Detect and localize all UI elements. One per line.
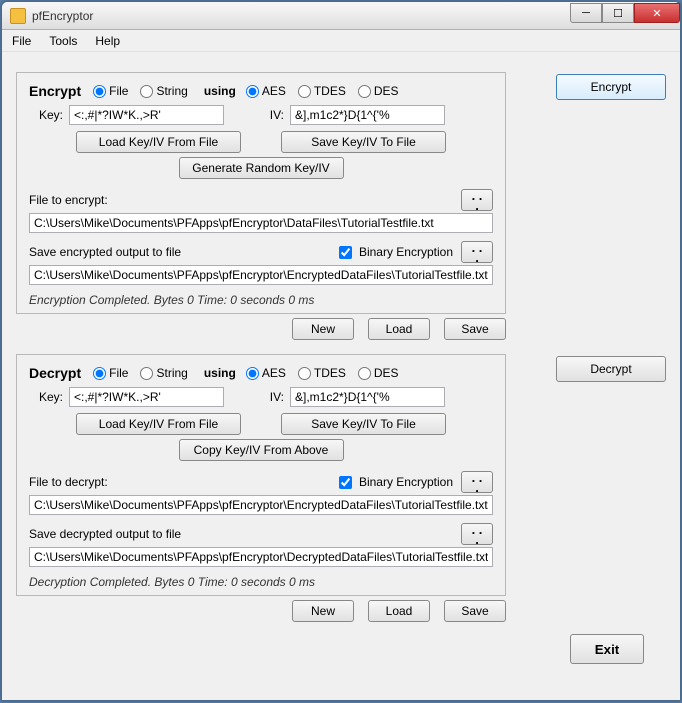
decrypt-output-input[interactable] [29,547,493,567]
encrypt-output-browse-button[interactable]: . . . [461,241,493,263]
encrypt-main-button[interactable]: Encrypt [556,74,666,100]
encrypt-status: Encryption Completed. Bytes 0 Time: 0 se… [29,293,493,307]
decrypt-binary-checkbox[interactable]: Binary Encryption [335,473,453,492]
decrypt-iv-input[interactable] [290,387,445,407]
encrypt-file-label: File to encrypt: [29,193,453,207]
encrypt-key-label: Key: [29,108,63,122]
decrypt-new-button[interactable]: New [292,600,354,622]
decrypt-load-kv-button[interactable]: Load Key/IV From File [76,413,241,435]
decrypt-key-input[interactable] [69,387,224,407]
encrypt-algo-tdes[interactable]: TDES [298,84,346,98]
encrypt-mode-string[interactable]: String [140,84,187,98]
encrypt-algo-aes[interactable]: AES [246,84,286,98]
decrypt-file-input[interactable] [29,495,493,515]
decrypt-load-button[interactable]: Load [368,600,430,622]
menu-help[interactable]: Help [95,34,120,48]
decrypt-using-label: using [204,366,236,380]
exit-button[interactable]: Exit [570,634,644,664]
decrypt-output-browse-button[interactable]: . . . [461,523,493,545]
decrypt-title: Decrypt [29,365,81,381]
encrypt-using-label: using [204,84,236,98]
decrypt-file-label: File to decrypt: [29,475,327,489]
encrypt-footer: New Load Save [16,318,506,340]
decrypt-footer: New Load Save [16,600,506,622]
app-icon [10,8,26,24]
decrypt-status: Decryption Completed. Bytes 0 Time: 0 se… [29,575,493,589]
decrypt-algo-des[interactable]: DES [358,366,399,380]
encrypt-load-button[interactable]: Load [368,318,430,340]
encrypt-iv-input[interactable] [290,105,445,125]
menu-tools[interactable]: Tools [49,34,77,48]
content-area: Encrypt File String using AES TDES DES K… [2,52,680,700]
encrypt-output-label: Save encrypted output to file [29,245,327,259]
decrypt-iv-label: IV: [230,390,284,404]
decrypt-output-label: Save decrypted output to file [29,527,453,541]
titlebar: pfEncryptor ─ ☐ ✕ [2,2,680,30]
encrypt-key-input[interactable] [69,105,224,125]
encrypt-gen-kv-button[interactable]: Generate Random Key/IV [179,157,344,179]
encrypt-load-kv-button[interactable]: Load Key/IV From File [76,131,241,153]
encrypt-panel: Encrypt File String using AES TDES DES K… [16,72,506,314]
decrypt-save-kv-button[interactable]: Save Key/IV To File [281,413,446,435]
app-window: pfEncryptor ─ ☐ ✕ File Tools Help Encryp… [1,1,681,701]
decrypt-file-browse-button[interactable]: . . . [461,471,493,493]
menubar: File Tools Help [2,30,680,52]
encrypt-iv-label: IV: [230,108,284,122]
encrypt-file-input[interactable] [29,213,493,233]
decrypt-mode-file[interactable]: File [93,366,128,380]
window-controls: ─ ☐ ✕ [570,2,680,23]
encrypt-title: Encrypt [29,83,81,99]
menu-file[interactable]: File [12,34,31,48]
close-button[interactable]: ✕ [634,3,680,23]
encrypt-save-button[interactable]: Save [444,318,506,340]
encrypt-save-kv-button[interactable]: Save Key/IV To File [281,131,446,153]
decrypt-panel: Decrypt File String using AES TDES DES K… [16,354,506,596]
encrypt-output-input[interactable] [29,265,493,285]
decrypt-save-button[interactable]: Save [444,600,506,622]
decrypt-copy-kv-button[interactable]: Copy Key/IV From Above [179,439,344,461]
maximize-button[interactable]: ☐ [602,3,634,23]
window-title: pfEncryptor [32,9,93,23]
encrypt-algo-des[interactable]: DES [358,84,399,98]
decrypt-key-label: Key: [29,390,63,404]
decrypt-mode-string[interactable]: String [140,366,187,380]
decrypt-algo-tdes[interactable]: TDES [298,366,346,380]
decrypt-main-button[interactable]: Decrypt [556,356,666,382]
encrypt-binary-checkbox[interactable]: Binary Encryption [335,243,453,262]
encrypt-mode-file[interactable]: File [93,84,128,98]
encrypt-new-button[interactable]: New [292,318,354,340]
minimize-button[interactable]: ─ [570,3,602,23]
encrypt-file-browse-button[interactable]: . . . [461,189,493,211]
decrypt-algo-aes[interactable]: AES [246,366,286,380]
